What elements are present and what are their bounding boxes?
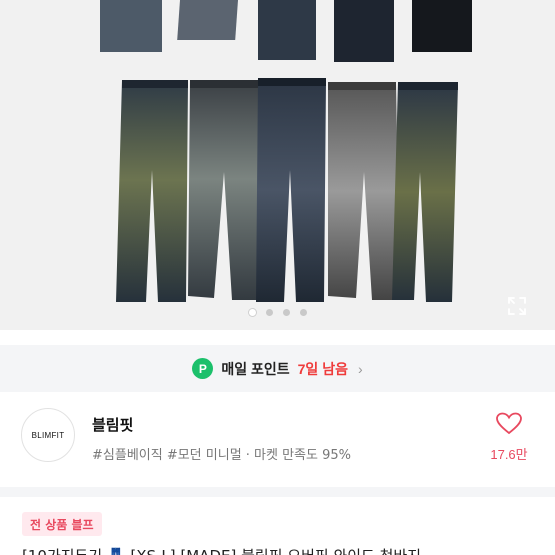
chevron-right-icon: › [357,360,363,377]
shop-avatar[interactable]: BLIMFIT [21,408,75,462]
product-title: [10가지두기 👖 [XS-L] [MADE] 블림핏 오버핏 와이드 청바지 [22,545,421,555]
daily-points-banner[interactable]: P 매일 포인트 7일 남음 › [0,345,555,392]
sale-badge: 전 상품 블프 [22,512,102,536]
points-days-left: 7일 남음 [297,360,348,377]
expand-icon[interactable] [505,294,529,318]
shop-info[interactable]: BLIMFIT 블림핏 #심플베이직 #모던 미니멀 · 마켓 만족도 95% … [0,392,555,487]
shop-name[interactable]: 블림핏 [92,414,133,435]
like-button[interactable]: 17.6만 [487,412,531,463]
like-count: 17.6만 [490,447,528,462]
heart-icon [496,412,522,435]
section-divider [0,487,555,497]
points-label: 매일 포인트 [221,360,290,377]
shop-tags: #심플베이직 #모던 미니멀 · 마켓 만족도 95% [92,448,352,463]
product-photo [100,0,472,302]
product-image-gallery[interactable] [0,0,555,330]
points-icon: P [192,358,214,379]
gallery-dot[interactable] [282,309,290,316]
gallery-pagination [0,309,555,316]
gallery-dot[interactable] [265,309,273,316]
gallery-dot[interactable] [299,309,307,316]
gallery-dot[interactable] [248,309,256,316]
